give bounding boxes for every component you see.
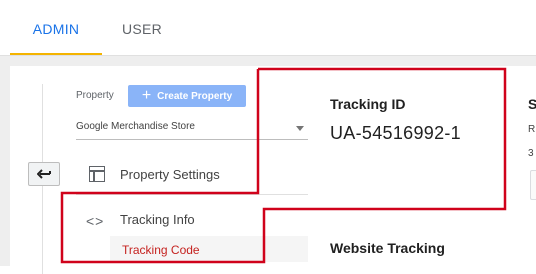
create-property-label: Create Property (157, 90, 233, 102)
top-tab-bar: ADMIN USER (0, 0, 536, 56)
plus-icon: + (141, 87, 152, 104)
admin-panel: Property + Create Property Google Mercha… (10, 66, 536, 274)
nav-subitem-tracking-code[interactable]: Tracking Code (110, 236, 308, 262)
property-select-value: Google Merchandise Store (76, 121, 195, 132)
property-settings-icon (89, 166, 105, 182)
nav-item-label: Tracking Info (120, 212, 195, 227)
tab-admin[interactable]: ADMIN (10, 0, 102, 55)
truncated-text: R (528, 124, 536, 135)
create-property-button[interactable]: + Create Property (128, 85, 246, 107)
code-icon: <> (86, 213, 105, 229)
truncated-button[interactable] (530, 170, 536, 200)
nav-item-label: Property Settings (120, 167, 220, 182)
truncated-number: 3 (528, 148, 534, 159)
chevron-down-icon (296, 126, 304, 131)
truncated-section-title: S (528, 96, 536, 112)
property-label: Property (76, 90, 114, 101)
nav-item-property-settings[interactable]: Property Settings (76, 154, 308, 195)
content-area: Property + Create Property Google Mercha… (0, 56, 536, 274)
nav-subitem-label: Tracking Code (122, 243, 200, 257)
website-tracking-title: Website Tracking (330, 240, 445, 256)
back-arrow-icon (37, 169, 51, 179)
tracking-id-value: UA-54516992-1 (330, 123, 461, 143)
property-select[interactable]: Google Merchandise Store (76, 115, 308, 140)
tab-user[interactable]: USER (120, 0, 164, 55)
back-button[interactable] (28, 162, 60, 186)
tracking-id-title: Tracking ID (330, 96, 406, 112)
